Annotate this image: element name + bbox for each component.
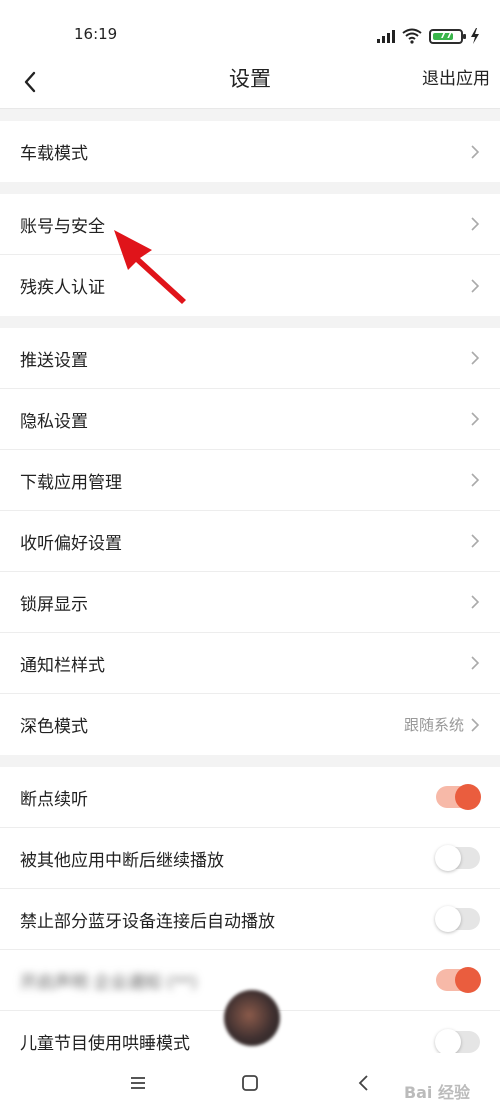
chevron-right-icon — [471, 473, 480, 487]
row-right — [470, 533, 480, 549]
back-nav-icon[interactable] — [352, 1071, 376, 1095]
row-right — [435, 906, 480, 932]
chevron-right-icon — [471, 717, 480, 732]
setting-label: 开启声明 企业通知 (**) — [20, 972, 198, 993]
charging-icon — [471, 28, 479, 44]
row-right: 跟随系统 — [404, 714, 480, 735]
setting-link-row[interactable]: 收听偏好设置 — [0, 511, 500, 572]
setting-label: 收听偏好设置 — [20, 533, 122, 554]
settings-group: 车载模式 — [0, 121, 500, 182]
row-right — [436, 967, 481, 993]
setting-link-row[interactable]: 车载模式 — [0, 121, 500, 182]
header: 设置 退出应用 — [0, 64, 500, 109]
floating-player-avatar[interactable] — [224, 990, 280, 1046]
row-right — [470, 216, 480, 232]
setting-label: 断点续听 — [20, 789, 88, 810]
setting-label: 被其他应用中断后继续播放 — [20, 850, 224, 871]
chevron-right-icon — [471, 595, 480, 609]
setting-label: 账号与安全 — [20, 216, 105, 237]
menu-icon[interactable] — [126, 1071, 150, 1095]
setting-label: 锁屏显示 — [20, 594, 88, 615]
row-right — [470, 472, 480, 488]
setting-link-row[interactable]: 下载应用管理 — [0, 450, 500, 511]
row-right — [470, 350, 480, 366]
toggle-switch[interactable] — [435, 1028, 480, 1055]
group-gap — [0, 182, 500, 194]
chevron-right-icon — [471, 144, 480, 159]
watermark: Bai 经验 — [403, 1083, 470, 1102]
toggle-knob — [435, 845, 461, 871]
setting-link-row[interactable]: 锁屏显示 — [0, 572, 500, 633]
setting-label: 车载模式 — [20, 144, 88, 164]
toggle-knob — [435, 906, 461, 932]
setting-label: 隐私设置 — [20, 411, 88, 432]
row-right — [470, 144, 480, 160]
row-right — [436, 784, 481, 810]
toggle-switch[interactable] — [435, 906, 480, 932]
chevron-right-icon — [471, 656, 480, 670]
settings-group: 账号与安全残疾人认证 — [0, 194, 500, 316]
setting-toggle-row[interactable]: 断点续听 — [0, 767, 500, 828]
status-bar: 16:19 77 — [0, 0, 500, 64]
row-right — [470, 655, 480, 671]
setting-label: 儿童节目使用哄睡模式 — [20, 1034, 190, 1054]
settings-group: 推送设置隐私设置下载应用管理 收听偏好设置 锁屏显示通知栏样式深色模式 跟随系统 — [0, 328, 500, 755]
setting-label: 推送设置 — [20, 350, 88, 371]
toggle-switch[interactable] — [436, 784, 481, 810]
toggle-knob — [455, 784, 481, 810]
group-gap — [0, 755, 500, 767]
chevron-right-icon — [471, 412, 480, 426]
wifi-icon — [402, 28, 422, 44]
setting-label: 深色模式 — [20, 717, 88, 737]
status-time: 16:19 — [74, 25, 118, 43]
navigation-bar: Bai 经验 — [0, 1053, 500, 1111]
group-gap — [0, 316, 500, 328]
battery-level: 77 — [439, 30, 453, 41]
setting-label: 下载应用管理 — [20, 472, 122, 493]
row-right — [435, 845, 480, 871]
setting-label: 禁止部分蓝牙设备连接后自动播放 — [20, 911, 275, 932]
exit-app-button[interactable]: 退出应用 — [422, 64, 490, 94]
signal-icon — [377, 29, 395, 43]
row-right — [470, 278, 480, 294]
setting-toggle-row[interactable]: 禁止部分蓝牙设备连接后自动播放 — [0, 889, 500, 950]
toggle-switch[interactable] — [436, 967, 481, 993]
chevron-right-icon — [471, 534, 480, 548]
setting-link-row[interactable]: 推送设置 — [0, 328, 500, 389]
chevron-right-icon — [471, 351, 480, 365]
setting-link-row[interactable]: 账号与安全 — [0, 194, 500, 255]
toggle-knob — [435, 1028, 461, 1055]
setting-link-row[interactable]: 通知栏样式 — [0, 633, 500, 694]
setting-label: 通知栏样式 — [20, 655, 105, 676]
toggle-knob — [455, 967, 481, 993]
home-icon[interactable] — [238, 1071, 262, 1095]
row-right — [470, 411, 480, 427]
setting-link-row[interactable]: 深色模式 跟随系统 — [0, 694, 500, 755]
row-right — [435, 1028, 480, 1055]
setting-value: 跟随系统 — [403, 716, 464, 734]
setting-toggle-row[interactable]: 被其他应用中断后继续播放 — [0, 828, 500, 889]
setting-label: 残疾人认证 — [20, 278, 105, 298]
battery-icon: 77 — [429, 28, 466, 44]
setting-link-row[interactable]: 隐私设置 — [0, 389, 500, 450]
status-icons: 77 — [377, 26, 480, 46]
setting-link-row[interactable]: 残疾人认证 — [0, 255, 500, 316]
chevron-right-icon — [471, 278, 480, 293]
toggle-switch[interactable] — [435, 845, 480, 871]
chevron-right-icon — [471, 217, 480, 231]
settings-list: 车载模式账号与安全残疾人认证推送设置隐私设置下载应用管理 收听偏好设置 锁屏显示通知… — [0, 121, 500, 1072]
row-right — [470, 594, 480, 610]
